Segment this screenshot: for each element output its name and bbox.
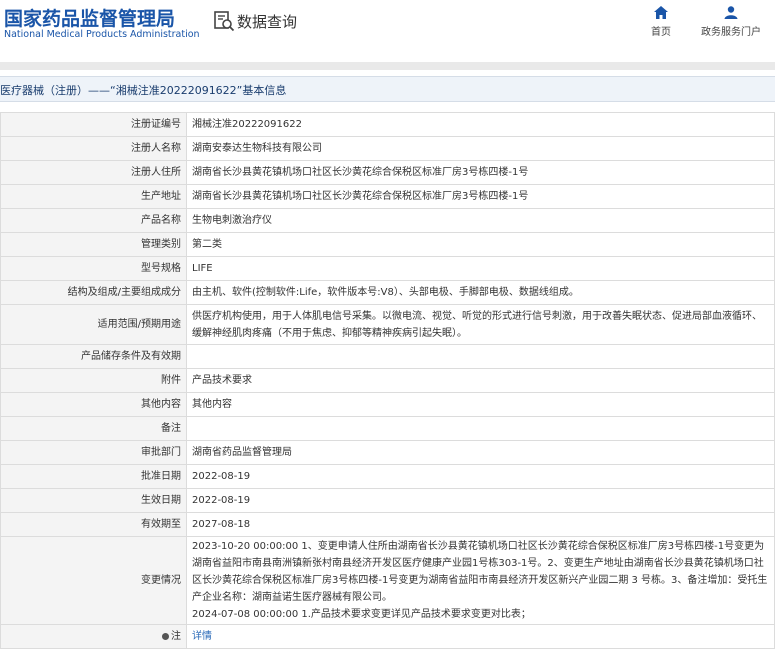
row-value: 生物电刺激治疗仪 [186, 208, 775, 233]
row-value: 湖南省长沙县黄花镇机场口社区长沙黄花综合保税区标准厂房3号栋四楼-1号 [186, 160, 775, 185]
row-value: LIFE [186, 256, 775, 281]
row-value: 其他内容 [186, 392, 775, 417]
row-value [186, 344, 775, 369]
row-value: 2027-08-18 [186, 512, 775, 537]
row-value: 湘械注准20222091622 [186, 112, 775, 137]
table-row: 注册人名称 湖南安泰达生物科技有限公司 [0, 136, 775, 161]
row-value: 湖南安泰达生物科技有限公司 [186, 136, 775, 161]
data-query-label: 数据查询 [237, 12, 298, 31]
row-value: 2022-08-19 [186, 464, 775, 489]
table-row: 型号规格 LIFE [0, 256, 775, 281]
row-label: 批准日期 [0, 464, 187, 489]
table-row: 生效日期 2022-08-19 [0, 488, 775, 513]
table-row: 批准日期 2022-08-19 [0, 464, 775, 489]
row-label: 生效日期 [0, 488, 187, 513]
row-label: 产品名称 [0, 208, 187, 233]
row-label: 管理类别 [0, 232, 187, 257]
row-label: 注册人住所 [0, 160, 187, 185]
table-row: 适用范围/预期用途 供医疗机构使用，用于人体肌电信号采集。以微电流、视觉、听觉的… [0, 304, 775, 345]
row-label: 变更情况 [0, 536, 187, 625]
table-row: 产品储存条件及有效期 [0, 344, 775, 369]
note-label-cell: 注 [0, 624, 187, 649]
table-row: 注册证编号 湘械注准20222091622 [0, 112, 775, 137]
row-label: 型号规格 [0, 256, 187, 281]
row-label: 注 [171, 631, 181, 642]
table-row: 结构及组成/主要组成成分 由主机、软件(控制软件:Life，软件版本号:V8）、… [0, 280, 775, 305]
row-label: 产品储存条件及有效期 [0, 344, 187, 369]
document-search-icon [214, 11, 235, 32]
header-divider [0, 62, 775, 70]
table-row: 生产地址 湖南省长沙县黄花镇机场口社区长沙黄花综合保税区标准厂房3号栋四楼-1号 [0, 184, 775, 209]
table-row: 注 详情 [0, 624, 775, 649]
row-value: 供医疗机构使用，用于人体肌电信号采集。以微电流、视觉、听觉的形式进行信号刺激，用… [186, 304, 775, 345]
row-label: 注册人名称 [0, 136, 187, 161]
nav-home-label: 首页 [651, 27, 671, 38]
row-value [186, 416, 775, 441]
row-value: 湖南省药品监督管理局 [186, 440, 775, 465]
detail-cell: 详情 [186, 624, 775, 649]
row-label: 备注 [0, 416, 187, 441]
site-logo-subtitle: National Medical Products Administration [4, 29, 200, 40]
table-row: 备注 [0, 416, 775, 441]
change-entry: 2024-07-08 00:00:00 1.产品技术要求变更详见产品技术要求变更… [192, 609, 531, 620]
breadcrumb: 医疗器械（注册）——“湘械注准20222091622”基本信息 [0, 84, 287, 97]
data-query-title: 数据查询 [213, 10, 297, 32]
row-label: 有效期至 [0, 512, 187, 537]
change-history: 2023-10-20 00:00:00 1、变更申请人住所由湖南省长沙县黄花镇机… [186, 536, 775, 625]
site-header: 国家药品监督管理局 National Medical Products Admi… [0, 0, 775, 62]
row-value: 2022-08-19 [186, 488, 775, 513]
row-value: 湖南省长沙县黄花镇机场口社区长沙黄花综合保税区标准厂房3号栋四楼-1号 [186, 184, 775, 209]
row-value: 由主机、软件(控制软件:Life，软件版本号:V8）、头部电极、手脚部电极、数据… [186, 280, 775, 305]
table-row: 其他内容 其他内容 [0, 392, 775, 417]
table-row: 产品名称 生物电刺激治疗仪 [0, 208, 775, 233]
nav-gov-label: 政务服务门户 [701, 27, 761, 38]
row-label: 结构及组成/主要组成成分 [0, 280, 187, 305]
lightbulb-icon [162, 632, 169, 640]
nav-gov-service-portal[interactable]: 政务服务门户 [698, 6, 764, 38]
row-label: 适用范围/预期用途 [0, 304, 187, 345]
nav-home[interactable]: 首页 [644, 6, 678, 38]
site-logo-title[interactable]: 国家药品监督管理局 [4, 4, 175, 31]
home-icon [654, 6, 668, 19]
user-icon [724, 6, 738, 19]
row-label: 生产地址 [0, 184, 187, 209]
details-link[interactable]: 详情 [192, 631, 212, 642]
row-label: 审批部门 [0, 440, 187, 465]
registration-info-table: 注册证编号 湘械注准20222091622 注册人名称 湖南安泰达生物科技有限公… [0, 112, 775, 649]
row-value: 产品技术要求 [186, 368, 775, 393]
row-label: 其他内容 [0, 392, 187, 417]
breadcrumb-bar: 医疗器械（注册）——“湘械注准20222091622”基本信息 [0, 76, 775, 102]
table-row: 变更情况 2023-10-20 00:00:00 1、变更申请人住所由湖南省长沙… [0, 536, 775, 625]
table-row: 管理类别 第二类 [0, 232, 775, 257]
change-entry: 2023-10-20 00:00:00 1、变更申请人住所由湖南省长沙县黄花镇机… [192, 541, 768, 603]
row-label: 注册证编号 [0, 112, 187, 137]
table-row: 注册人住所 湖南省长沙县黄花镇机场口社区长沙黄花综合保税区标准厂房3号栋四楼-1… [0, 160, 775, 185]
table-row: 附件 产品技术要求 [0, 368, 775, 393]
table-row: 审批部门 湖南省药品监督管理局 [0, 440, 775, 465]
table-row: 有效期至 2027-08-18 [0, 512, 775, 537]
row-label: 附件 [0, 368, 187, 393]
row-value: 第二类 [186, 232, 775, 257]
